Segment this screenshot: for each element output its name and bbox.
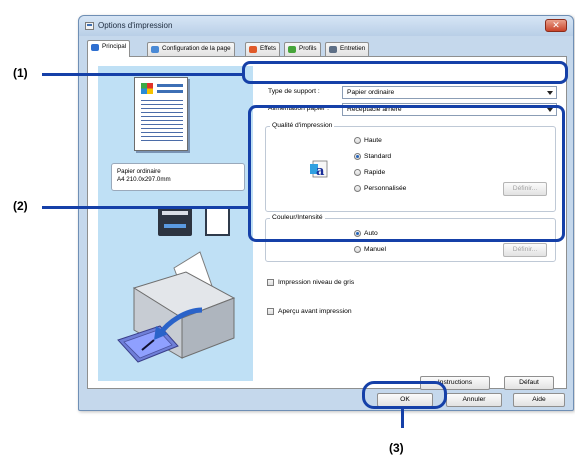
tab-maintenance[interactable]: Entretien [325,42,370,56]
callout-1-highlight [242,61,568,84]
media-info-box: Papier ordinaire A4 210.0x297.0mm [111,163,245,191]
color-manual-radio[interactable]: Manuel [354,246,386,254]
callout-2-label: (2) [13,199,28,213]
tab-principal[interactable]: Principal [87,40,131,57]
close-button[interactable]: ✕ [545,19,567,32]
tab-profiles[interactable]: Profils [284,42,321,56]
title-bar: Options d'impression ✕ [79,16,573,36]
media-type-label: Type de support : [268,88,320,95]
cancel-button[interactable]: Annuler [446,393,502,407]
page-setup-tab-icon [151,46,159,53]
preview-media-name: Papier ordinaire [117,168,161,175]
callout-2-highlight [248,105,565,242]
printer-illustration-icon [117,251,236,363]
callout-3-label: (3) [389,441,404,455]
media-type-select[interactable]: Papier ordinaire [342,86,557,99]
profiles-tab-icon [288,46,296,53]
callout-1-label: (1) [13,66,28,80]
page-preview-icon [134,77,188,151]
preview-before-print-checkbox[interactable]: Aperçu avant impression [267,308,352,316]
effects-tab-icon [249,46,257,53]
callout-2-line [42,206,249,209]
printer-app-icon [85,22,94,30]
callout-1-line [42,73,244,76]
grayscale-checkbox[interactable]: Impression niveau de gris [267,279,354,287]
callout-3-highlight [362,381,447,409]
main-tab-icon [91,44,99,51]
help-button[interactable]: Aide [513,393,565,407]
paper-feed-icon [158,206,192,236]
settings-preview: Papier ordinaire A4 210.0x297.0mm [98,66,253,381]
color-define-button[interactable]: Définir... [503,243,547,257]
preview-media-size: A4 210.0x297.0mm [117,176,171,183]
window-title: Options d'impression [98,21,173,30]
paper-size-icon [205,207,230,236]
callout-3-line [401,408,404,428]
maintenance-tab-icon [329,46,337,53]
defaults-button[interactable]: Défaut [504,376,554,390]
tab-page-setup[interactable]: Configuration de la page [147,42,235,56]
chevron-down-icon [547,91,553,95]
tab-effects[interactable]: Effets [245,42,280,56]
